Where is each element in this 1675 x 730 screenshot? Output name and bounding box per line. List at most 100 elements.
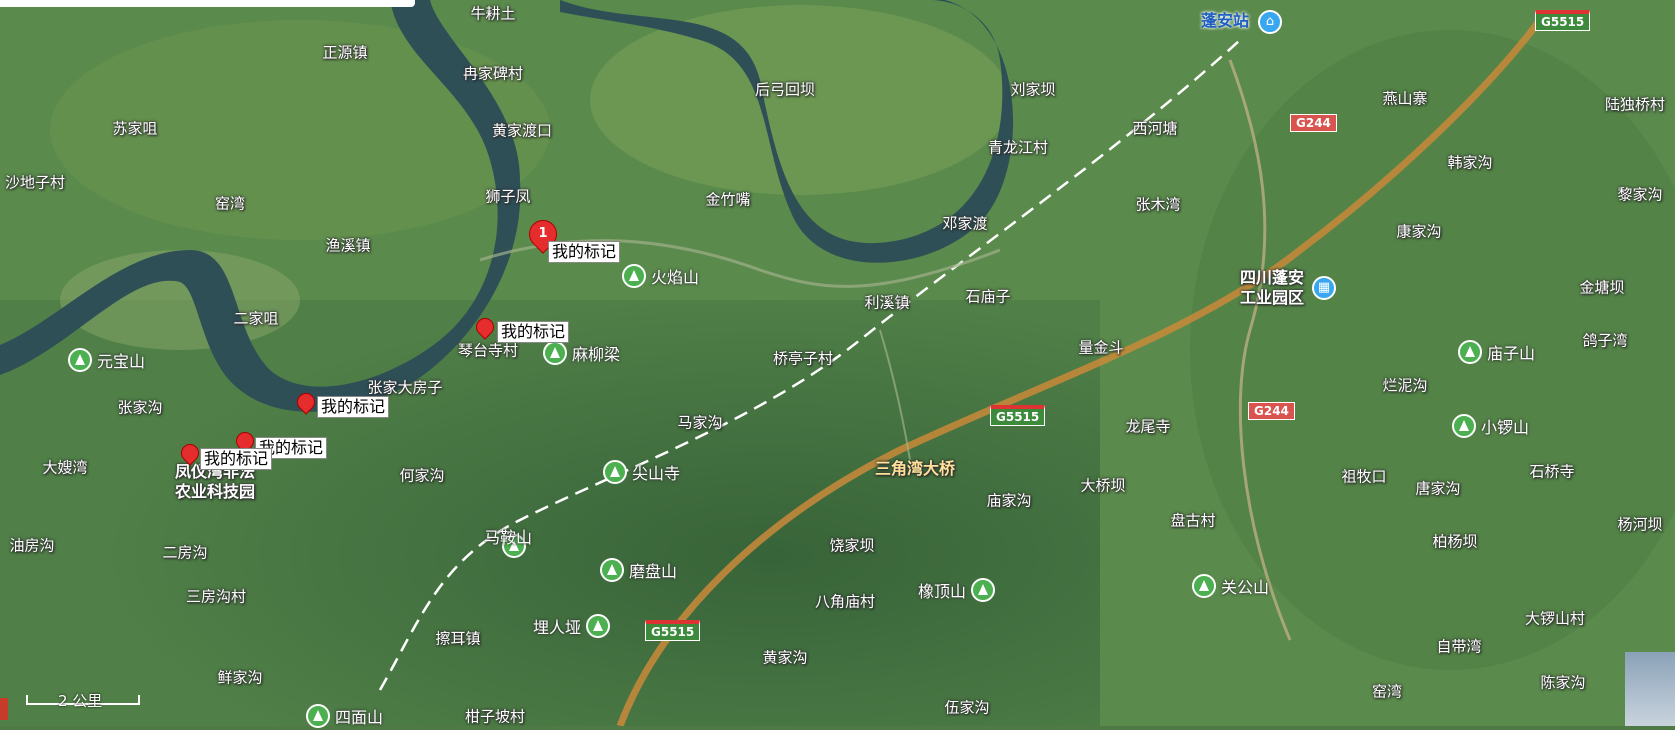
place-label: 鸽子湾 <box>1582 331 1628 350</box>
mountain-icon <box>1192 574 1216 598</box>
mountain-icon <box>1452 414 1476 438</box>
place-label: 正源镇 <box>322 43 368 62</box>
highway-shield: G244 <box>1290 114 1337 132</box>
place-label: 杨河坝 <box>1617 515 1663 534</box>
marker-label[interactable]: 我的标记 <box>317 396 390 418</box>
place-label: 八角庙村 <box>814 592 876 611</box>
place-label: 擦耳镇 <box>435 629 481 648</box>
place-label: 黎家沟 <box>1617 185 1663 204</box>
marker-label[interactable]: 我的标记 <box>548 241 621 263</box>
mountain-icon <box>622 264 646 288</box>
place-label: 青龙江村 <box>987 138 1049 157</box>
place-label: 西河塘 <box>1132 119 1178 138</box>
place-label: 陈家沟 <box>1540 673 1586 692</box>
marker-label[interactable]: 我的标记 <box>497 321 570 343</box>
highway-shield: G5515 <box>1535 10 1591 31</box>
place-label: 祖牧口 <box>1341 467 1387 486</box>
place-label: 鲜家沟 <box>217 668 263 687</box>
place-label: 柑子坡村 <box>464 707 526 726</box>
mountain-icon <box>543 341 567 365</box>
place-label: 渔溪镇 <box>325 236 371 255</box>
place-label: 后弓回坝 <box>754 80 816 99</box>
mountain-poi[interactable]: 火焰山 <box>622 264 699 288</box>
corner-control[interactable] <box>0 698 8 720</box>
place-label: 窑湾 <box>1371 682 1403 701</box>
place-label: 马家沟 <box>677 413 723 432</box>
place-label: 苏家咀 <box>112 119 158 138</box>
place-label: 金竹嘴 <box>705 190 751 209</box>
map-type-thumbnail[interactable] <box>1625 652 1675 726</box>
place-label: 陆独桥村 <box>1604 95 1666 114</box>
place-label: 冉家碑村 <box>462 64 524 83</box>
place-label: 刘家坝 <box>1010 80 1056 99</box>
place-label: 量金斗 <box>1078 338 1124 357</box>
industrial-park-label: 四川蓬安 工业园区 <box>1239 268 1305 307</box>
place-label: 自带湾 <box>1436 637 1482 656</box>
place-label: 张家大房子 <box>367 378 443 397</box>
place-label: 龙尾寺 <box>1125 417 1171 436</box>
mountain-poi[interactable]: 麻柳梁 <box>543 341 620 365</box>
mountain-icon <box>68 348 92 372</box>
place-label: 柏杨坝 <box>1432 532 1478 551</box>
place-label: 三房沟村 <box>185 587 247 606</box>
place-label: 桥亭子村 <box>772 349 834 368</box>
place-label: 油房沟 <box>9 536 55 555</box>
place-label: 唐家沟 <box>1415 479 1461 498</box>
place-label: 二家咀 <box>233 309 279 328</box>
mountain-icon <box>586 614 611 638</box>
place-label: 大锣山村 <box>1524 609 1586 628</box>
place-label: 金塘坝 <box>1579 278 1625 297</box>
mountain-icon <box>603 460 627 484</box>
place-label: 狮子凤 <box>485 187 531 206</box>
place-label: 饶家坝 <box>829 536 875 555</box>
mountain-poi[interactable]: 马鞍山 <box>484 502 538 558</box>
place-label: 牛耕土 <box>470 4 516 23</box>
place-label: 窑湾 <box>214 194 246 213</box>
highway-shield: G5515 <box>990 405 1046 426</box>
place-label: 盘古村 <box>1170 511 1216 530</box>
place-label: 大嫂湾 <box>42 458 88 477</box>
map-terrain <box>0 0 1675 728</box>
mountain-poi[interactable]: 橡顶山 <box>918 578 996 602</box>
scale-label: 2 公里 <box>58 692 103 710</box>
place-label: 庙家沟 <box>986 491 1032 510</box>
place-label: 二房沟 <box>162 543 208 562</box>
building-icon[interactable]: ▦ <box>1312 276 1336 300</box>
mountain-poi[interactable]: 尖山寺 <box>603 460 680 484</box>
mountain-poi[interactable]: 四面山 <box>306 704 383 728</box>
place-label: 石庙子 <box>965 287 1011 306</box>
train-station-icon[interactable]: ⌂ <box>1258 10 1282 34</box>
place-label: 烂泥沟 <box>1382 376 1428 395</box>
place-label: 张木湾 <box>1135 195 1181 214</box>
mountain-icon <box>971 578 996 602</box>
mountain-poi[interactable]: 庙子山 <box>1458 340 1535 364</box>
mountain-icon <box>600 558 624 582</box>
place-label: 韩家沟 <box>1447 153 1493 172</box>
place-label: 利溪镇 <box>864 293 910 312</box>
station-label: 蓬安站 <box>1200 11 1250 30</box>
place-label: 大桥坝 <box>1080 476 1126 495</box>
place-label: 康家沟 <box>1396 222 1442 241</box>
mountain-poi[interactable]: 关公山 <box>1192 574 1269 598</box>
place-label: 黄家渡口 <box>491 121 553 140</box>
place-label: 沙地子村 <box>4 173 66 192</box>
mountain-icon <box>306 704 330 728</box>
mountain-icon <box>1458 340 1482 364</box>
highway-shield: G244 <box>1248 402 1295 420</box>
mountain-poi[interactable]: 磨盘山 <box>600 558 677 582</box>
place-label: 何家沟 <box>399 466 445 485</box>
mountain-poi[interactable]: 小锣山 <box>1452 414 1529 438</box>
place-label: 伍家沟 <box>944 698 990 717</box>
mountain-poi[interactable]: 元宝山 <box>68 348 145 372</box>
highway-shield: G5515 <box>645 620 701 641</box>
place-label: 张家沟 <box>117 398 163 417</box>
place-label: 石桥寺 <box>1529 462 1575 481</box>
place-label: 邓家渡 <box>942 214 988 233</box>
satellite-map[interactable] <box>0 0 1675 728</box>
place-label: 黄家沟 <box>762 648 808 667</box>
mountain-poi[interactable]: 埋人垭 <box>533 614 611 638</box>
top-toolbar-edge <box>0 0 415 7</box>
marker-label[interactable]: 我的标记 <box>200 448 273 470</box>
bridge-label: 三角湾大桥 <box>874 459 956 478</box>
place-label: 燕山寨 <box>1382 89 1428 108</box>
